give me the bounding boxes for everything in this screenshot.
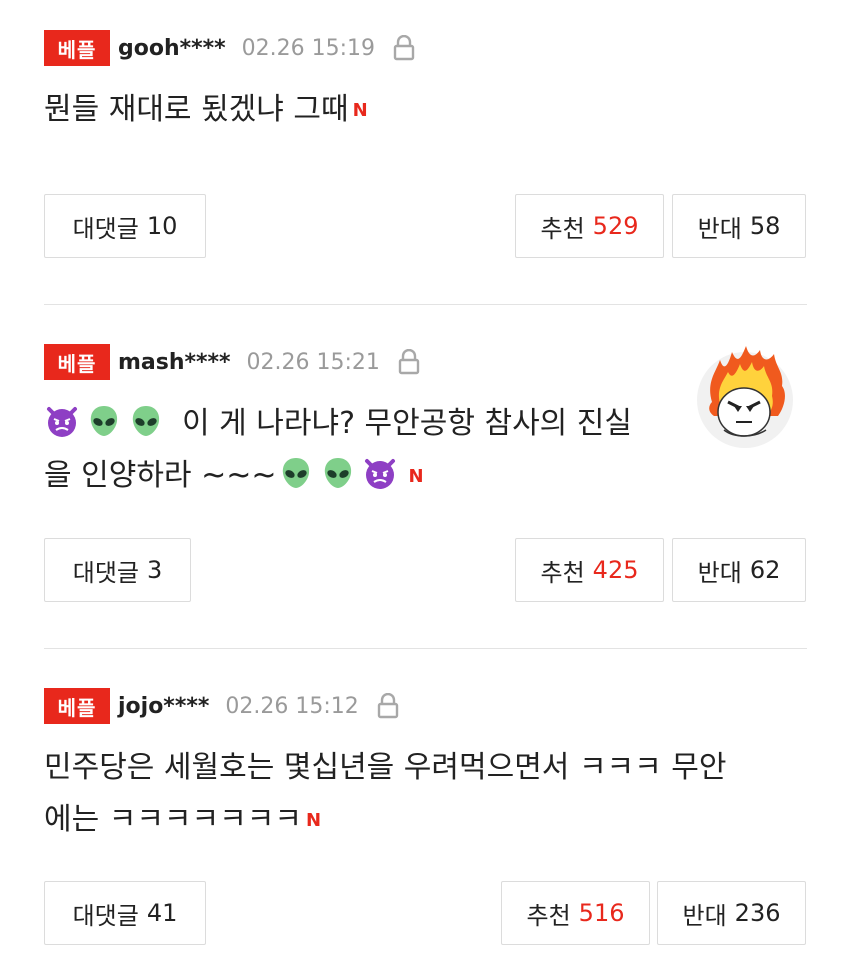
username[interactable]: mash****	[118, 350, 231, 375]
reply-label: 대댓글	[72, 901, 139, 930]
upvote-button[interactable]: 추천 425	[515, 538, 664, 602]
timestamp: 02.26 15:21	[246, 349, 380, 375]
downvote-count: 236	[734, 899, 781, 927]
best-badge: 베플	[44, 688, 110, 724]
upvote-count: 516	[578, 899, 625, 927]
user-avatar[interactable]	[694, 342, 796, 450]
downvote-label: 반대	[697, 214, 742, 243]
downvote-label: 반대	[697, 558, 742, 587]
downvote-button[interactable]: 반대 62	[672, 538, 806, 602]
timestamp: 02.26 15:19	[241, 35, 376, 61]
lock-icon	[377, 693, 399, 719]
downvote-label: 반대	[682, 901, 727, 930]
devil-emoji	[362, 455, 398, 491]
timestamp: 02.26 15:12	[225, 693, 359, 719]
downvote-count: 62	[749, 556, 781, 584]
upvote-label: 추천	[526, 901, 571, 930]
downvote-button[interactable]: 반대 236	[657, 881, 806, 945]
divider	[44, 304, 807, 305]
comment-line-text: 에는 ㅋㅋㅋㅋㅋㅋㅋ	[44, 802, 302, 837]
comment-line: 뭔들 재대로 됬겠냐 그때	[44, 92, 349, 127]
comment-line-text: 을 인양하라 ~~~	[44, 458, 277, 493]
comment-line-text: 이 게 나라냐? 무안공항 참사의 진실	[182, 406, 633, 441]
upvote-label: 추천	[540, 558, 585, 587]
new-mark: N	[408, 465, 424, 487]
comment-text: 민주당은 세월호는 몇십년을 우려먹으면서 ㅋㅋㅋ 무안 에는 ㅋㅋㅋㅋㅋㅋㅋ N	[44, 742, 726, 847]
alien-emoji	[86, 403, 122, 439]
reply-label: 대댓글	[72, 214, 139, 243]
comment-line: 이 게 나라냐? 무안공항 참사의 진실	[44, 398, 632, 450]
reply-count: 3	[146, 556, 163, 584]
reply-count: 41	[146, 899, 178, 927]
reply-button[interactable]: 대댓글 3	[44, 538, 191, 602]
username[interactable]: jojo****	[118, 694, 209, 719]
best-badge: 베플	[44, 344, 110, 380]
comment-line: 민주당은 세월호는 몇십년을 우려먹으면서 ㅋㅋㅋ 무안	[44, 750, 727, 785]
downvote-count: 58	[749, 212, 781, 240]
new-mark: N	[352, 99, 368, 121]
alien-emoji	[278, 455, 314, 491]
comment-meta: 베플 jojo**** 02.26 15:12	[44, 688, 399, 724]
comment-text: 이 게 나라냐? 무안공항 참사의 진실 을 인양하라 ~~~ N	[44, 398, 632, 503]
comment-line: 을 인양하라 ~~~ N	[44, 450, 632, 503]
lock-icon	[398, 349, 420, 375]
upvote-count: 425	[592, 556, 639, 584]
best-badge: 베플	[44, 30, 110, 66]
upvote-label: 추천	[540, 214, 585, 243]
alien-emoji	[128, 403, 164, 439]
comment-meta: 베플 gooh**** 02.26 15:19	[44, 30, 415, 66]
reply-count: 10	[146, 212, 178, 240]
reply-button[interactable]: 대댓글 10	[44, 194, 206, 258]
username[interactable]: gooh****	[118, 36, 226, 61]
upvote-count: 529	[592, 212, 639, 240]
comment-meta: 베플 mash**** 02.26 15:21	[44, 344, 420, 380]
comment-text: 뭔들 재대로 됬겠냐 그때 N	[44, 84, 368, 137]
alien-emoji	[320, 455, 356, 491]
reply-label: 대댓글	[72, 558, 139, 587]
new-mark: N	[305, 809, 322, 831]
lock-icon	[393, 35, 415, 61]
divider	[44, 648, 807, 649]
upvote-button[interactable]: 추천 516	[501, 881, 650, 945]
upvote-button[interactable]: 추천 529	[515, 194, 664, 258]
reply-button[interactable]: 대댓글 41	[44, 881, 206, 945]
devil-emoji	[44, 403, 80, 439]
downvote-button[interactable]: 반대 58	[672, 194, 806, 258]
comment-line: 에는 ㅋㅋㅋㅋㅋㅋㅋ N	[44, 794, 726, 847]
